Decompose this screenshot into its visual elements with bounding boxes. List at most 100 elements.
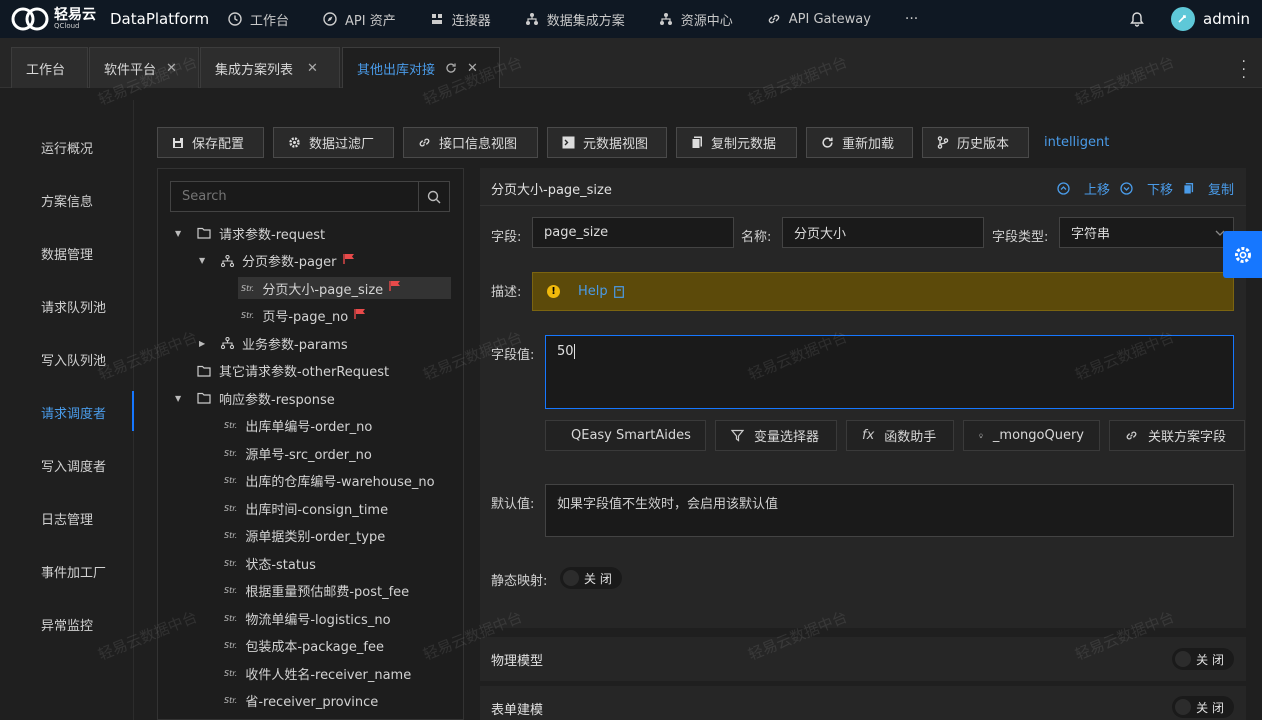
tree-node[interactable]: ▼ 响应参数-response [175,387,335,409]
tree-node[interactable]: ▼ 分页参数-pager [199,250,356,272]
value-textarea[interactable]: 50 [545,335,1234,409]
tree-node[interactable]: Str. 状态-status [224,552,316,574]
search-input[interactable] [171,182,418,211]
toolbar: 保存配置 数据过滤厂 接口信息视图 元数据视图 复制元数据 重新加载 历史版本 … [157,127,1109,158]
field-input[interactable]: page_size [532,217,734,248]
help-link[interactable]: Help [578,284,624,299]
caret-right-icon[interactable]: ▶ [199,339,209,348]
variable-selector-button[interactable]: 变量选择器 [715,420,837,451]
tree-node[interactable]: Str. 收件人姓名-receiver_name [224,662,411,684]
nav-workbench[interactable]: 工作台 [228,10,289,29]
nav-api-gateway[interactable]: API Gateway [767,12,871,27]
string-type-icon: Str. [224,448,238,458]
tab-label: 其他出库对接 [357,62,436,78]
tab-workbench[interactable]: 工作台 [11,47,88,88]
function-helper-button[interactable]: fx 函数助手 [846,420,954,451]
nav-connectors[interactable]: 连接器 [430,10,491,29]
sidebar-item-request-scheduler[interactable]: 请求调度者 [41,403,106,422]
name-value: 分页大小 [794,227,847,242]
sidebar-item-plan-info[interactable]: 方案信息 [41,191,93,210]
kebab-menu-icon[interactable]: · · · [1242,55,1246,85]
tab-software-platform[interactable]: 软件平台 ✕ [89,47,199,88]
default-value-textarea[interactable]: 如果字段值不生效时，会启用该默认值 [545,484,1234,537]
button-label: 重新加载 [842,137,895,152]
data-filter-button[interactable]: 数据过滤厂 [273,127,394,158]
tab-other-outbound[interactable]: 其他出库对接 ✕ [342,47,500,88]
tree-node[interactable]: ▶ 业务参数-params [199,332,348,354]
caret-down-icon[interactable]: ▼ [175,229,185,238]
logo[interactable]: 轻易云 QCloud DataPlatform [10,6,210,32]
toggle-label: 关 闭 [1196,652,1224,667]
intelligent-link[interactable]: intelligent [1044,127,1109,158]
sidebar-item-overview[interactable]: 运行概况 [41,138,93,157]
physical-model-toggle[interactable]: 关 闭 [1172,648,1234,670]
tree-node[interactable]: Str. 分页大小-page_size [238,277,451,299]
type-select[interactable]: 字符串 [1059,217,1234,248]
tree-node[interactable]: Str. 源单号-src_order_no [224,442,372,464]
tree-node[interactable]: Str. 省-receiver_province [224,690,378,712]
tab-plan-list[interactable]: 集成方案列表 ✕ [200,47,340,88]
static-mapping-toggle[interactable]: 关 闭 [560,567,622,589]
tree-node[interactable]: Str. 页号-page_no [241,305,367,327]
settings-float-button[interactable] [1223,231,1262,278]
link-icon [1126,431,1137,440]
sidebar-item-write-queue[interactable]: 写入队列池 [41,350,106,369]
sidebar-item-request-queue[interactable]: 请求队列池 [41,297,106,316]
nav-more-button[interactable]: ··· [905,11,918,27]
search-icon [427,190,441,203]
copy-button[interactable]: 复制 [1183,179,1234,198]
close-icon[interactable]: ✕ [467,61,478,76]
save-config-button[interactable]: 保存配置 [157,127,264,158]
smart-aides-button[interactable]: QEasy SmartAides [545,420,706,451]
sidebar-item-logs[interactable]: 日志管理 [41,509,93,528]
tree-node-label: 页号-page_no [262,310,349,325]
linked-plan-field-button[interactable]: 关联方案字段 [1109,420,1245,451]
form-modeling-toggle[interactable]: 关 闭 [1172,696,1234,718]
metadata-view-button[interactable]: 元数据视图 [547,127,667,158]
sidebar-item-data-management[interactable]: 数据管理 [41,244,93,263]
button-label: 历史版本 [957,137,1010,152]
search-button[interactable] [418,182,449,211]
help-label: Help [578,284,608,299]
name-input[interactable]: 分页大小 [782,217,984,248]
tree-node[interactable]: Str. 包装成本-package_fee [224,635,384,657]
nav-resource-center[interactable]: 资源中心 [659,10,733,29]
username[interactable]: admin [1203,10,1250,28]
move-up-button[interactable]: 上移 [1057,179,1110,198]
tree-node[interactable]: Str. 出库时间-consign_time [224,497,388,519]
tree-node[interactable]: 其它请求参数-otherRequest [175,360,389,382]
tree-node[interactable]: Str. 出库单编号-order_no [224,415,372,437]
move-down-button[interactable]: 下移 [1120,179,1173,198]
caret-down-icon[interactable]: ▼ [175,394,185,403]
nav-api-assets[interactable]: API 资产 [323,10,396,29]
sidebar-item-exception-monitor[interactable]: 异常监控 [41,615,93,634]
close-icon[interactable]: ✕ [307,61,318,76]
tree-node[interactable]: Str. 根据重量预估邮费-post_fee [224,580,409,602]
copy-metadata-button[interactable]: 复制元数据 [676,127,797,158]
string-type-icon: Str. [224,696,238,705]
copy-label: 复制 [1207,183,1234,198]
avatar[interactable] [1171,7,1195,31]
default-placeholder: 如果字段值不生效时，会启用该默认值 [557,497,779,512]
history-version-button[interactable]: 历史版本 [922,127,1029,158]
physical-model-section[interactable]: 物理模型 关 闭 [480,637,1246,681]
api-info-view-button[interactable]: 接口信息视图 [403,127,538,158]
tree-node[interactable]: Str. 源单据类别-order_type [224,525,385,547]
reload-button[interactable]: 重新加载 [806,127,913,158]
tree-node-label: 源单据类别-order_type [245,530,386,545]
bell-icon[interactable] [1129,11,1145,27]
tree-node-label: 源单号-src_order_no [245,447,372,463]
tree-node[interactable]: Str. 物流单编号-logistics_no [224,607,391,629]
caret-down-icon[interactable]: ▼ [199,256,209,265]
value-label: 字段值: [491,348,535,363]
tree-node[interactable]: Str. 出库的仓库编号-warehouse_no [224,470,435,492]
mongo-query-button[interactable]: _mongoQuery [963,420,1100,451]
close-icon[interactable]: ✕ [166,61,177,76]
form-modeling-section[interactable]: 表单建模 关 闭 [480,686,1246,720]
sidebar-item-event-factory[interactable]: 事件加工厂 [41,562,106,581]
tree-node[interactable]: ▼ 请求参数-request [175,222,325,244]
sidebar-item-write-scheduler[interactable]: 写入调度者 [41,456,106,475]
reload-icon[interactable] [445,62,457,74]
nav-integration-plans[interactable]: 数据集成方案 [525,10,625,29]
link-icon [419,138,430,147]
